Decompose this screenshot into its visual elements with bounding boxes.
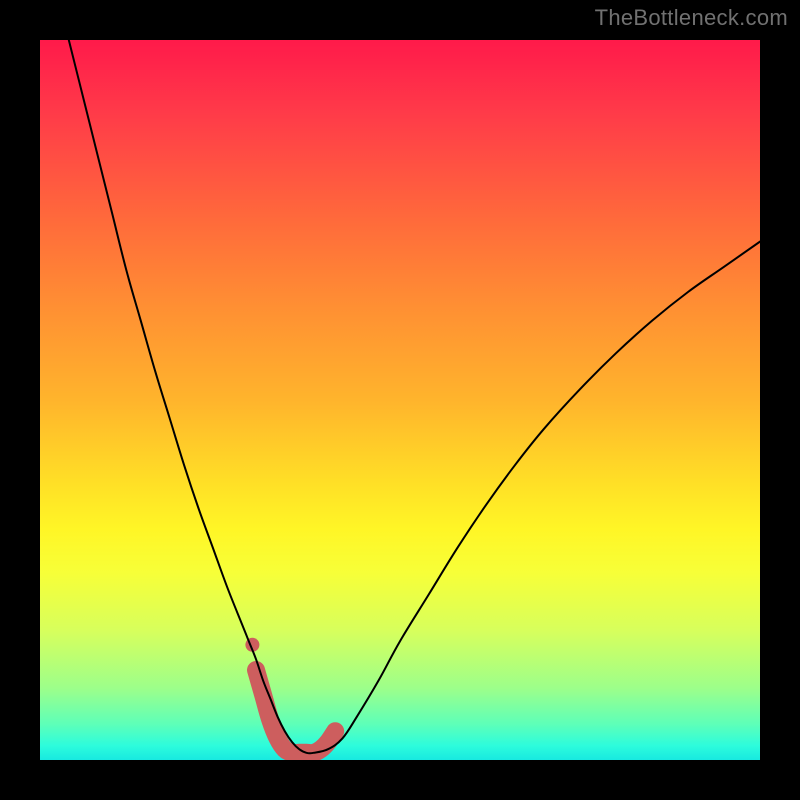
chart-plot-area <box>40 40 760 760</box>
watermark-text: TheBottleneck.com <box>595 5 788 31</box>
chart-curve-series <box>69 40 760 753</box>
chart-frame: TheBottleneck.com <box>0 0 800 800</box>
chart-highlight-series <box>256 670 335 753</box>
chart-svg <box>40 40 760 760</box>
